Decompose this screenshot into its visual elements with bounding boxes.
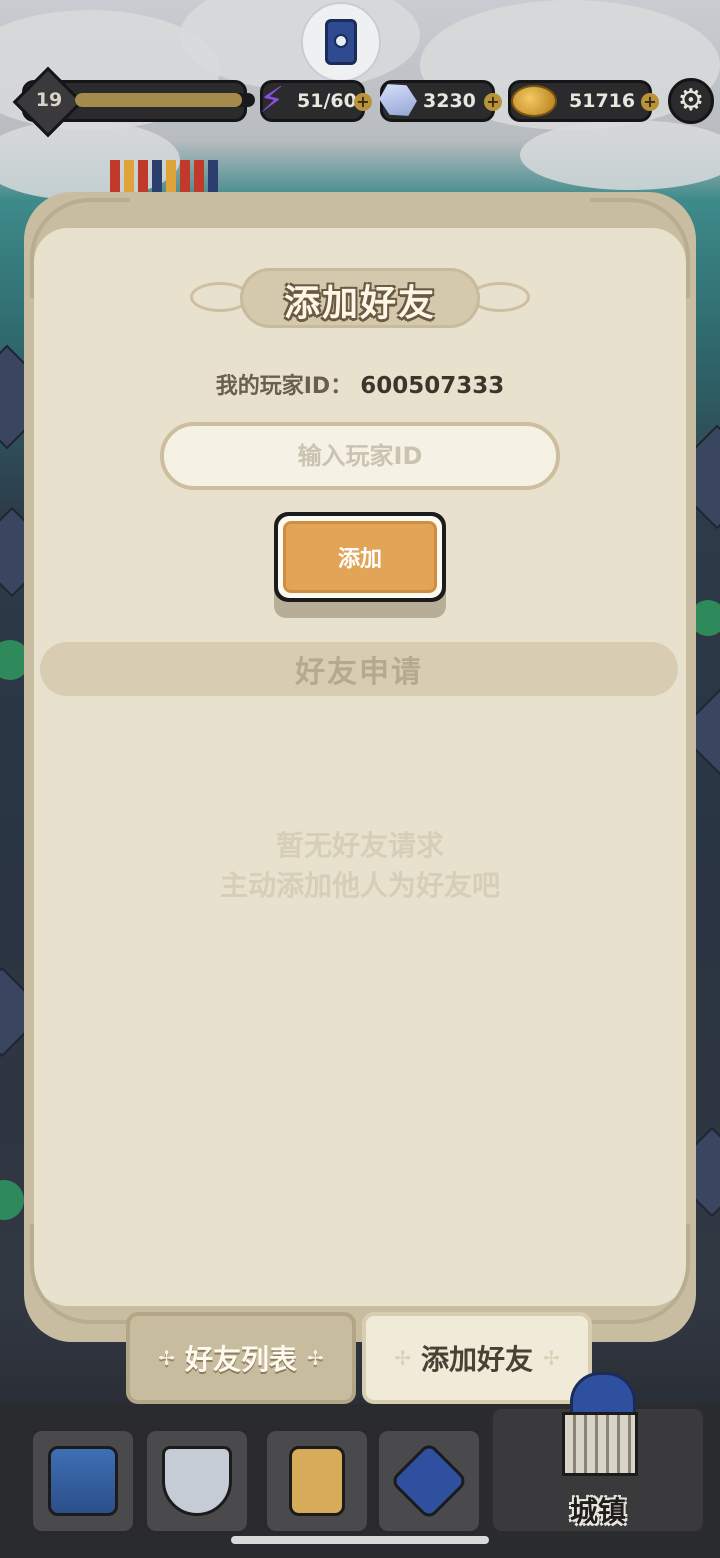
gem-counter[interactable]: 3230 + [380,80,502,122]
add-energy-icon[interactable]: + [354,93,372,111]
player-id-value: 600507333 [360,373,505,399]
tab-friend-list[interactable]: ✢ 好友列表 ✢ [126,1312,356,1404]
screen-record-icon [325,19,357,65]
player-id-input[interactable] [160,422,560,490]
my-player-id: 我的玩家ID： 600507333 [0,368,720,400]
arrow-right-icon: ✢ [307,1346,324,1370]
arrow-left-icon: ✢ [158,1346,175,1370]
player-id-label: 我的玩家ID： [215,374,353,399]
level-xp-bar: 19 [12,66,255,138]
screen-record-button[interactable] [301,2,381,82]
panel-title: 添加好友 [283,283,436,324]
gold-counter[interactable]: 51716 + [508,80,659,122]
skill-dice-icon [389,1441,469,1521]
nav-skill-button[interactable] [376,1428,482,1534]
nav-armor-button[interactable] [264,1428,370,1534]
treasure-chest-icon [48,1446,118,1516]
xp-fill [75,93,243,107]
gold-value: 51716 [569,90,636,112]
arrow-right-icon: ✢ [543,1346,560,1370]
level-number: 19 [35,89,63,111]
town-hall-icon [562,1412,638,1476]
add-gems-icon[interactable]: + [484,93,502,111]
add-friend-button[interactable]: 添加 [274,512,446,602]
gear-icon: ⚙ [677,83,705,118]
friend-requests-header: 好友申请 [40,642,678,696]
gold-coins-icon [511,85,557,117]
crystal-icon [375,77,421,123]
settings-button[interactable]: ⚙ [668,78,714,124]
xp-track [75,93,255,107]
empty-line-2: 主动添加他人为好友吧 [219,869,500,902]
armor-icon [289,1446,345,1516]
tab-label: 添加好友 [420,1343,533,1376]
gem-value: 3230 [423,90,476,112]
tab-label: 好友列表 [184,1343,297,1376]
nav-treasure-button[interactable] [30,1428,136,1534]
town-label: 城镇 [569,1495,626,1528]
lightning-bolt-icon: ⚡ [259,80,285,121]
nav-equipment-button[interactable] [144,1428,250,1534]
energy-counter[interactable]: ⚡ 51/60 + [259,80,372,122]
sword-shield-icon [162,1446,232,1516]
section-title: 好友申请 [295,655,423,690]
tab-add-friend[interactable]: ✢ 添加好友 ✢ [362,1312,592,1404]
add-button-label: 添加 [337,547,382,572]
arrow-left-icon: ✢ [394,1346,411,1370]
add-gold-icon[interactable]: + [641,93,659,111]
empty-requests-message: 暂无好友请求 主动添加他人为好友吧 [0,826,720,906]
empty-line-1: 暂无好友请求 [275,829,444,862]
energy-value: 51/60 [297,90,357,112]
panel-title-banner: 添加好友 [190,262,530,334]
home-indicator [231,1536,489,1544]
